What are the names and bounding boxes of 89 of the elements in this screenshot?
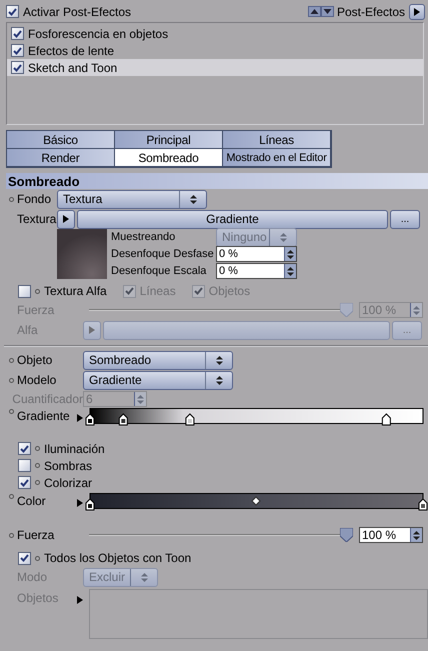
arrow-button[interactable] — [57, 210, 75, 228]
tab[interactable]: Mostrado en el Editor — [222, 148, 331, 167]
checkbox-label: Objetos — [208, 284, 250, 298]
field-label: Objetos — [17, 591, 58, 605]
dropdown[interactable]: Textura — [57, 190, 207, 208]
triangle-icon — [77, 596, 83, 604]
checkbox[interactable] — [6, 5, 19, 18]
circle-icon — [9, 409, 14, 414]
checkbox-label: Activar Post-Efectos — [23, 4, 132, 18]
tab[interactable]: Principal — [114, 130, 223, 149]
circle-icon — [35, 480, 40, 485]
checkbox-label: Todos los Objetos con Toon — [44, 551, 192, 565]
triangle-icon — [414, 8, 420, 16]
updown-arrow-icon — [280, 232, 286, 242]
slider-track[interactable] — [89, 528, 353, 542]
field-label: Gradiente — [17, 409, 70, 423]
tab[interactable]: Básico — [6, 130, 115, 149]
field-label: Color — [17, 494, 46, 508]
texture-button[interactable]: Gradiente — [77, 210, 388, 228]
circle-icon — [9, 532, 14, 538]
list-item[interactable]: Sketch and Toon — [7, 59, 423, 76]
dropdown[interactable]: Gradiente — [83, 370, 233, 390]
checkbox-label: Efectos de lente — [28, 44, 114, 58]
slider-thumb[interactable] — [340, 528, 353, 542]
checkbox[interactable] — [18, 442, 31, 455]
texture-preview — [57, 229, 107, 279]
updown-arrow-icon — [190, 194, 196, 204]
triangle-icon — [77, 499, 83, 507]
more-button[interactable]: ... — [390, 210, 420, 228]
checkbox-label: Fosforescencia en objetos — [28, 26, 168, 40]
number-field[interactable]: 0 % — [216, 246, 297, 262]
checkbox-label: Iluminación — [44, 442, 105, 456]
updown-arrow-icon — [216, 356, 222, 364]
circle-icon — [35, 288, 40, 294]
updown-arrow-icon — [140, 572, 148, 582]
updown-arrow-icon — [216, 376, 222, 384]
checkbox[interactable] — [11, 27, 24, 40]
checkbox[interactable] — [11, 61, 24, 74]
circle-icon — [35, 463, 40, 468]
field-label: Muestreando — [111, 230, 176, 245]
up-down-buttons-icon[interactable] — [308, 6, 334, 17]
updown-arrow-icon — [413, 530, 420, 540]
updown-arrow-icon — [137, 394, 144, 404]
field-label: Desenfoque Escala — [111, 264, 208, 279]
checkbox-label: Sketch and Toon — [28, 60, 118, 74]
updown-arrow-icon — [287, 266, 294, 276]
section-header: Sombreado — [6, 173, 428, 189]
dropdown[interactable]: Sombreado — [83, 350, 233, 370]
circle-icon — [9, 378, 14, 382]
checkbox[interactable] — [18, 459, 31, 472]
tab[interactable]: Líneas — [222, 130, 331, 149]
circle-icon — [9, 358, 14, 362]
checkbox-label: Líneas — [140, 284, 176, 298]
menu-button[interactable] — [409, 4, 425, 20]
checkbox-label: Sombras — [44, 458, 92, 472]
field-label: Modo — [17, 570, 48, 584]
field-label: Alfa — [17, 323, 38, 337]
field-label: Cuantificador — [12, 392, 83, 406]
menu-label: Post-Efectos — [336, 4, 405, 18]
number-field[interactable]: 100 % — [359, 527, 423, 543]
tab[interactable]: Render — [6, 148, 115, 167]
list-item[interactable]: Efectos de lente — [7, 42, 423, 59]
field-label: Desenfoque Desfase — [111, 247, 215, 262]
circle-icon — [35, 556, 40, 560]
triangle-icon — [89, 326, 95, 334]
list-item[interactable]: Fosforescencia en objetos — [7, 25, 423, 42]
checkbox-label: Textura Alfa — [44, 284, 107, 298]
circle-icon — [35, 446, 40, 451]
checkbox[interactable] — [18, 284, 31, 298]
slider-track[interactable] — [89, 303, 353, 317]
checkbox[interactable] — [18, 552, 31, 564]
triangle-icon — [63, 215, 69, 223]
field-label: Textura — [17, 212, 56, 226]
checkbox-label: Colorizar — [44, 476, 92, 490]
field-label: Modelo — [17, 373, 56, 387]
field-label: Objeto — [17, 353, 52, 367]
field-label: Fuerza — [17, 303, 54, 317]
updown-arrow-icon — [287, 250, 294, 258]
field-label: Fondo — [17, 192, 52, 206]
number-field[interactable]: 0 % — [216, 263, 297, 279]
triangle-icon — [77, 414, 83, 422]
circle-icon — [9, 196, 14, 202]
updown-arrow-icon — [413, 306, 420, 314]
checkbox[interactable] — [18, 476, 31, 489]
checkbox[interactable] — [11, 44, 24, 57]
tab[interactable]: Sombreado — [114, 148, 223, 167]
gradient-drawing[interactable] — [85, 493, 428, 511]
field-label: Fuerza — [17, 528, 54, 542]
circle-icon — [9, 494, 14, 499]
